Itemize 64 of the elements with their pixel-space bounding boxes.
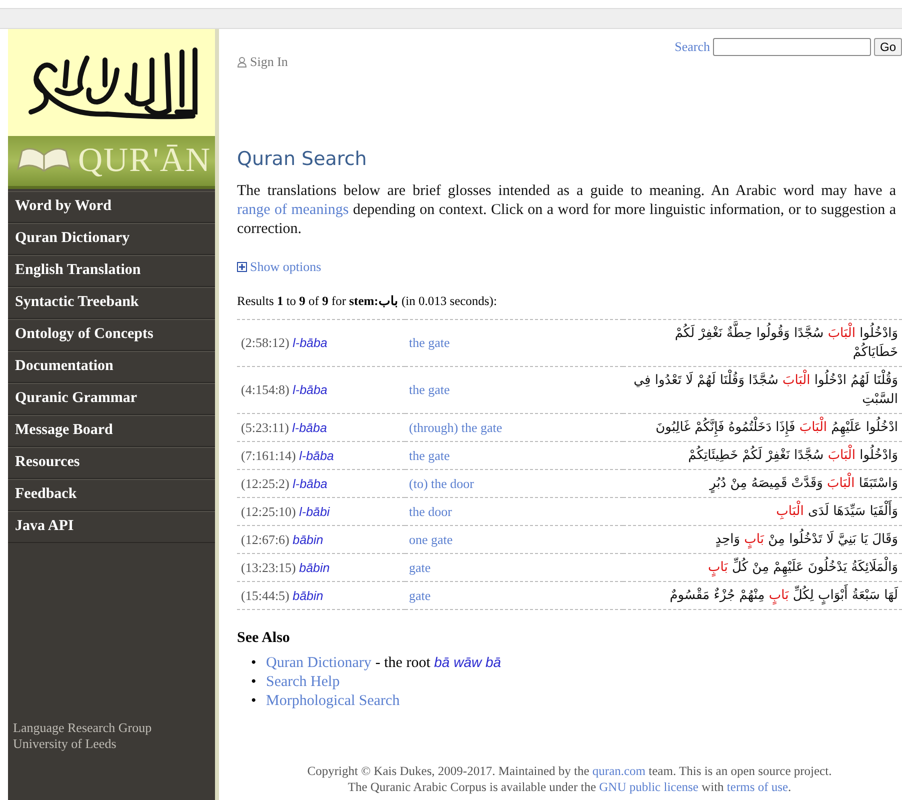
gloss-cell[interactable]: the gate bbox=[405, 320, 623, 366]
sidebar-item[interactable]: Java API bbox=[8, 511, 215, 543]
location-cell[interactable]: (15:44:5) bābin bbox=[237, 582, 405, 610]
root-text: - the root bā wāw bā bbox=[375, 653, 502, 673]
location-cell[interactable]: (12:25:10) l-bābi bbox=[237, 498, 405, 526]
bullet: • bbox=[251, 692, 258, 711]
gloss-cell[interactable]: the gate bbox=[405, 442, 623, 470]
see-also-link[interactable]: Morphological Search bbox=[266, 692, 400, 711]
show-options-link[interactable]: Show options bbox=[237, 259, 902, 275]
bullet: • bbox=[251, 673, 258, 692]
site-title: QUR'ĀN bbox=[78, 142, 212, 180]
sidebar-item[interactable]: Feedback bbox=[8, 479, 215, 511]
verse-cell: وَادْخُلُوا الْبَابَ سُجَّدًا نَغْفِرْ لَكُمْ خَطِيئَاتِكُمْ bbox=[623, 442, 902, 470]
verse-cell: ادْخُلُوا عَلَيْهِمُ الْبَابَ فَإِذَا دَخَلْتُمُوهُ فَإِنَّكُمْ غَالِبُونَ bbox=[623, 414, 902, 442]
meanings-link[interactable]: range of meanings bbox=[237, 202, 349, 218]
see-also-link[interactable]: Quran Dictionary bbox=[266, 654, 372, 673]
license-link[interactable]: GNU public license bbox=[599, 780, 698, 794]
sidebar-item[interactable]: Ontology of Concepts bbox=[8, 319, 215, 351]
page-title: Quran Search bbox=[237, 148, 368, 170]
location-cell[interactable]: (12:67:6) bābin bbox=[237, 526, 405, 554]
verse-cell: وَقُلْنَا لَهُمُ ادْخُلُوا الْبَابَ سُجَّدًا وَقُلْنَا لَهُمْ لَا تَعْدُوا فِي السَّبْتِ bbox=[623, 366, 902, 414]
sidebar-item[interactable]: Syntactic Treebank bbox=[8, 287, 215, 319]
footer-text: University of Leeds bbox=[13, 736, 118, 752]
search-field[interactable] bbox=[712, 38, 871, 56]
see-also-link[interactable]: Search Help bbox=[266, 673, 340, 692]
footer-text: Language Research Group bbox=[13, 720, 153, 736]
see-also-heading: See Also bbox=[237, 630, 291, 647]
copyright-text: Copyright © Kais Dukes, 2009-2017. Maintained by the quran.com team. This is an open source project. bbox=[306, 763, 833, 779]
quran-com-link[interactable]: quran.com bbox=[592, 764, 646, 778]
verse-cell: وَالْمَلَائِكَةُ يَدْخُلُونَ عَلَيْهِمْ مِنْ كُلِّ بَابٍ bbox=[623, 554, 902, 582]
sidebar-item[interactable]: Word by Word bbox=[8, 191, 215, 223]
gloss-cell[interactable]: gate bbox=[405, 582, 623, 610]
verse-cell: وَأَلْفَيَا سَيِّدَهَا لَدَى الْبَابِ bbox=[623, 498, 902, 526]
location-cell[interactable]: (13:23:15) bābin bbox=[237, 554, 405, 582]
gloss-cell[interactable]: (through) the gate bbox=[405, 414, 623, 442]
gloss-cell[interactable]: gate bbox=[405, 554, 623, 582]
verse-cell: وَاسْتَبَقَا الْبَابَ وَقَدَّتْ قَمِيصَهُ مِنْ دُبُرٍ bbox=[623, 470, 902, 498]
gloss-cell[interactable]: (to) the door bbox=[405, 470, 623, 498]
verse-cell: وَقَالَ يَا بَنِيَّ لَا تَدْخُلُوا مِنْ بَابٍ وَاحِدٍ bbox=[623, 526, 902, 554]
sign-in-link[interactable]: Sign In bbox=[237, 54, 288, 70]
location-cell[interactable]: (2:58:12) l-bāba bbox=[237, 320, 405, 366]
user-icon bbox=[237, 56, 247, 68]
verse-cell: لَهَا سَبْعَةُ أَبْوَابٍ لِكُلِّ بَابٍ مِنْهُمْ جُزْءٌ مَقْسُومٌ bbox=[623, 582, 902, 610]
gloss-cell[interactable]: the gate bbox=[405, 366, 623, 414]
search-link[interactable]: Search bbox=[674, 39, 710, 55]
plus-icon bbox=[237, 262, 247, 272]
sidebar-item[interactable]: Message Board bbox=[8, 415, 215, 447]
sidebar-item[interactable]: Documentation bbox=[8, 351, 215, 383]
location-cell[interactable]: (5:23:11) l-bāba bbox=[237, 414, 405, 442]
verse-cell: وَادْخُلُوا الْبَابَ سُجَّدًا وَقُولُوا حِطَّةٌ نَغْفِرْ لَكُمْ خَطَايَاكُمْ bbox=[623, 320, 902, 366]
sidebar-item[interactable]: English Translation bbox=[8, 255, 215, 287]
sidebar-item[interactable]: Quran Dictionary bbox=[8, 223, 215, 255]
go-button[interactable]: Go bbox=[874, 38, 902, 56]
location-cell[interactable]: (4:154:8) l-bāba bbox=[237, 366, 405, 414]
gloss-cell[interactable]: one gate bbox=[405, 526, 623, 554]
intro-paragraph: The translations below are brief glosses intended as a guide to meaning. An Arabic word may have a range of meanings depending on context. Click on a word for more linguistic information, or to suggestion a correction. bbox=[237, 182, 896, 239]
license-text: The Quranic Arabic Corpus is available under the GNU public license with terms of use. bbox=[346, 779, 792, 795]
gloss-cell[interactable]: the door bbox=[405, 498, 623, 526]
location-cell[interactable]: (7:161:14) l-bāba bbox=[237, 442, 405, 470]
sidebar-item[interactable]: Resources bbox=[8, 447, 215, 479]
location-cell[interactable]: (12:25:2) l-bāba bbox=[237, 470, 405, 498]
sidebar-item[interactable]: Quranic Grammar bbox=[8, 383, 215, 415]
bullet: • bbox=[251, 654, 258, 673]
terms-link[interactable]: terms of use bbox=[726, 780, 788, 794]
